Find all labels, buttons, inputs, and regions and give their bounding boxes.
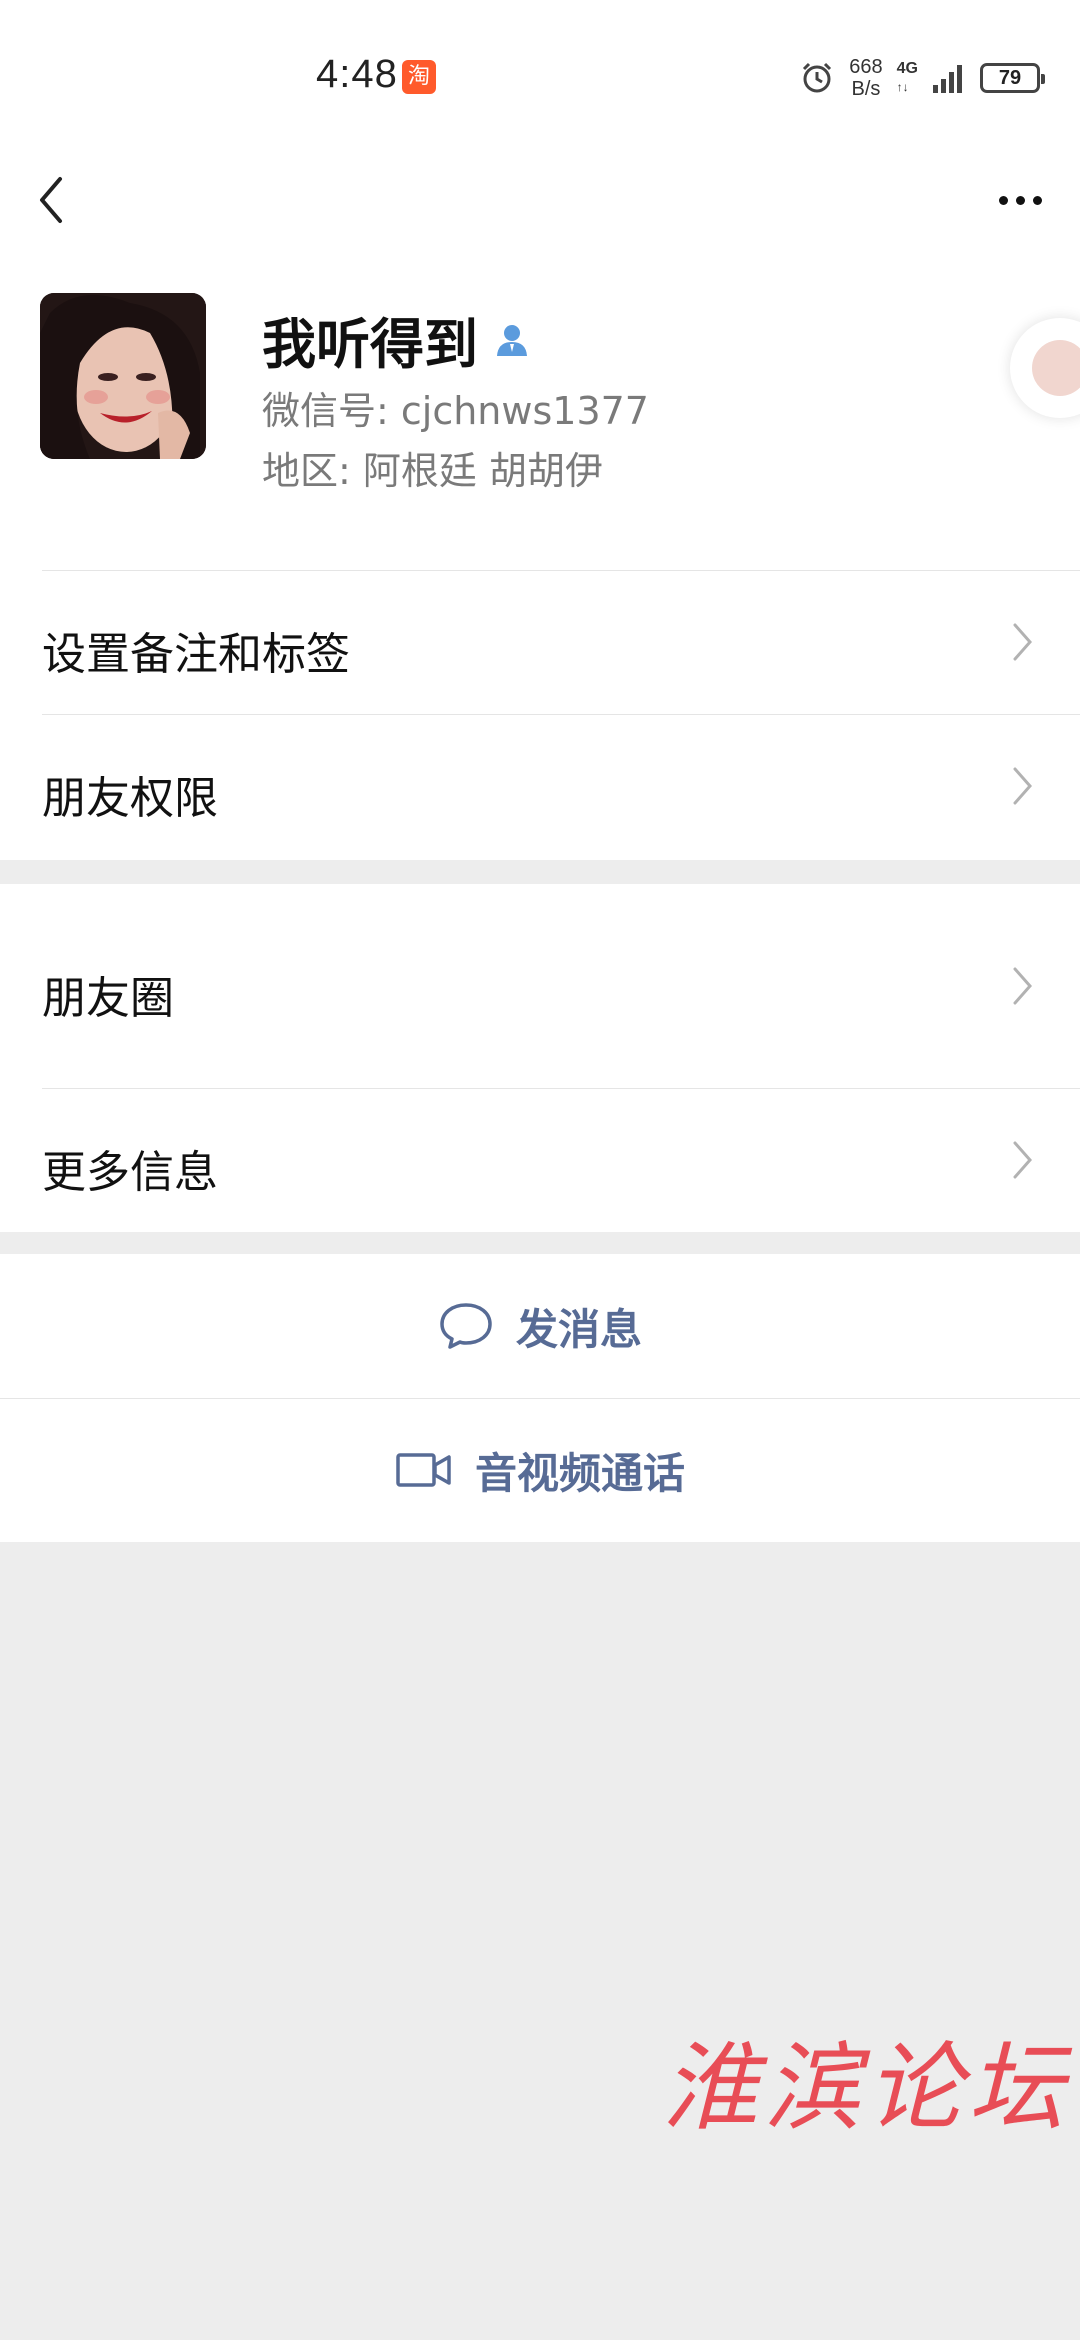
more-dot-icon	[1032, 195, 1042, 205]
signal-icon	[933, 65, 962, 93]
video-camera-icon	[396, 1453, 451, 1487]
watermark: 淮滨论坛	[662, 2032, 1070, 2144]
more-dot-icon	[1015, 195, 1025, 205]
status-bubble[interactable]	[1010, 318, 1080, 418]
profile-header: 我听得到 微信号: cjchnws1377 地区: 阿根廷 胡胡伊	[0, 280, 1080, 570]
row-friend-permissions-label: 朋友权限	[42, 773, 218, 824]
chevron-right-icon	[1013, 767, 1033, 805]
actions-section: 发消息 音视频通话	[0, 1254, 1080, 1542]
row-remark-tags-label: 设置备注和标签	[42, 629, 350, 680]
avatar[interactable]	[40, 293, 206, 459]
chat-bubble-icon	[440, 1303, 492, 1349]
wechat-id: 微信号: cjchnws1377	[262, 389, 649, 433]
row-more-info[interactable]: 更多信息	[0, 1088, 1080, 1232]
more-dot-icon	[998, 195, 1008, 205]
battery-icon: 79	[980, 63, 1045, 93]
status-time: 4:48	[316, 52, 398, 96]
alarm-icon	[803, 62, 832, 93]
chevron-right-icon	[1013, 1141, 1033, 1179]
settings-section: 设置备注和标签 朋友权限	[0, 570, 1080, 860]
data-arrows-icon: ↑↓	[896, 80, 909, 94]
back-arrow-icon[interactable]	[30, 165, 100, 235]
send-message-label: 发消息	[515, 1304, 642, 1354]
chevron-right-icon	[1013, 967, 1033, 1005]
network-type-label: 4G	[896, 60, 918, 77]
row-moments[interactable]: 朋友圈	[0, 884, 1080, 1088]
av-call-button[interactable]: 音视频通话	[0, 1398, 1080, 1542]
contact-name: 我听得到	[262, 313, 478, 376]
av-call-label: 音视频通话	[474, 1448, 685, 1498]
network-type: 4G ↑↓	[897, 60, 918, 96]
info-section: 朋友圈 更多信息	[0, 884, 1080, 1232]
network-speed: 668 B/s	[849, 56, 882, 100]
row-moments-label: 朋友圈	[42, 973, 174, 1024]
network-speed-value: 668	[849, 56, 883, 78]
row-remark-tags[interactable]: 设置备注和标签	[0, 570, 1080, 714]
top-nav-bar	[0, 150, 1080, 280]
name-row: 我听得到	[262, 300, 532, 379]
row-friend-permissions[interactable]: 朋友权限	[0, 714, 1080, 860]
avatar-image	[40, 293, 206, 459]
row-more-info-label: 更多信息	[42, 1147, 218, 1198]
network-speed-unit: B/s	[851, 78, 881, 100]
chevron-right-icon	[1013, 623, 1033, 661]
status-indicators: 668 B/s 4G ↑↓ 79	[799, 56, 1045, 100]
send-message-button[interactable]: 发消息	[0, 1254, 1080, 1398]
taobao-icon: 淘	[402, 60, 436, 94]
male-gender-icon	[497, 324, 527, 356]
region: 地区: 阿根廷 胡胡伊	[262, 449, 603, 493]
status-bar: 4:48 淘 668 B/s 4G ↑↓ 79	[0, 0, 1080, 150]
more-options-button[interactable]	[980, 170, 1060, 230]
contact-profile-page: 4:48 淘 668 B/s 4G ↑↓ 79 我听得到 微信号: cjchnw…	[0, 0, 1080, 2340]
